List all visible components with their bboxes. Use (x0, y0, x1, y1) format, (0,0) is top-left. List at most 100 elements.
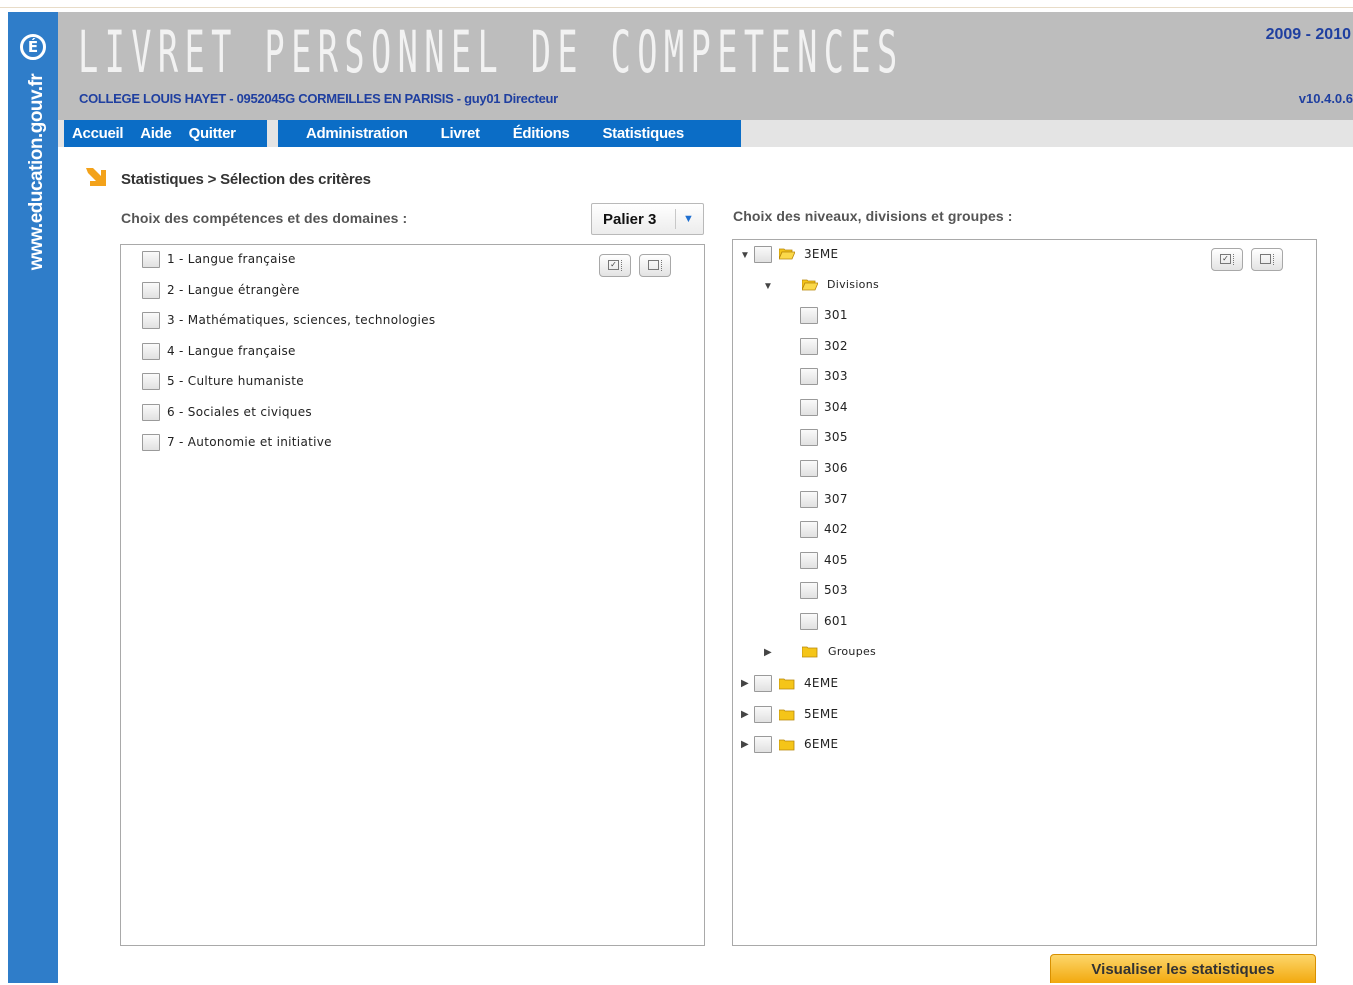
division-label: 402 (824, 522, 848, 537)
division-checkbox[interactable] (800, 307, 818, 324)
competence-checkbox[interactable] (142, 251, 160, 268)
sidebar: É www.education.gouv.fr (8, 12, 58, 983)
uncheck-all-dots (661, 260, 665, 271)
competence-checkbox[interactable] (142, 312, 160, 329)
competence-checkbox[interactable] (142, 342, 160, 360)
niveaux-panel[interactable]: ✓ ▼ 3EME ▼ Divisions 301 302 303 304 305 306 3… (732, 239, 1317, 946)
division-label: 305 (824, 430, 848, 445)
check-all-dots (621, 260, 625, 271)
uncheck-all-button[interactable] (639, 254, 671, 277)
level-checkbox[interactable] (754, 675, 772, 692)
divisions-label: Divisions (827, 278, 880, 291)
level-label: 4EME (804, 676, 839, 690)
menu-aide[interactable]: Aide (140, 125, 172, 142)
palier-value: Palier 3 (603, 211, 657, 228)
competences-label: Choix des compétences et des domaines : (121, 210, 408, 226)
competence-label: 5 - Culture humaniste (167, 374, 304, 388)
expanded-triangle-icon[interactable]: ▼ (763, 281, 773, 292)
uncheck-all-dots (1273, 254, 1277, 265)
folder-icon (779, 739, 795, 751)
collapsed-triangle-icon[interactable]: ▶ (741, 709, 749, 720)
division-label: 304 (824, 399, 848, 414)
education-logo-icon: É (20, 34, 46, 60)
competence-checkbox[interactable] (142, 281, 160, 299)
competence-checkbox[interactable] (142, 403, 160, 421)
division-label: 405 (824, 552, 848, 567)
palier-select[interactable]: Palier 3 ▼ (591, 203, 704, 235)
open-folder-icon (802, 279, 818, 291)
menu-accueil[interactable]: Accueil (72, 125, 124, 142)
top-border (0, 0, 1353, 8)
check-all-icon: ✓ (1220, 254, 1231, 264)
division-checkbox[interactable] (800, 490, 818, 508)
uncheck-all-levels-button[interactable] (1251, 248, 1283, 271)
collapsed-triangle-icon[interactable]: ▶ (741, 739, 749, 750)
expanded-triangle-icon[interactable]: ▼ (740, 250, 750, 261)
collapsed-triangle-icon[interactable]: ▶ (764, 647, 772, 658)
division-checkbox[interactable] (800, 460, 818, 477)
app-title: LIVRET PERSONNEL DE COMPETENCES (78, 18, 904, 86)
competence-label: 4 - Langue française (167, 343, 296, 358)
menu-statistiques[interactable]: Statistiques (602, 125, 684, 142)
competence-checkbox[interactable] (142, 373, 160, 390)
division-label: 301 (824, 308, 848, 322)
level-label-3eme: 3EME (804, 247, 839, 261)
division-label: 303 (824, 369, 848, 384)
division-label: 601 (824, 614, 848, 628)
menu-group-general: Accueil Aide Quitter (64, 120, 267, 147)
competences-panel[interactable]: ✓ 1 - Langue française 2 - Langue étrangè… (120, 244, 705, 946)
check-all-dots (1233, 254, 1237, 265)
competence-label: 1 - Langue française (167, 252, 296, 266)
competence-label: 3 - Mathématiques, sciences, technologie… (167, 313, 436, 327)
menu-bar: Accueil Aide Quitter Administration Livr… (58, 120, 1353, 147)
groupes-label: Groupes (828, 645, 877, 658)
menu-livret[interactable]: Livret (441, 125, 480, 142)
competence-label: 2 - Langue étrangère (167, 282, 300, 297)
menu-quitter[interactable]: Quitter (189, 125, 236, 142)
header: LIVRET PERSONNEL DE COMPETENCES 2009 - 2… (58, 12, 1353, 120)
uncheck-all-icon (1260, 254, 1271, 264)
palier-separator (675, 209, 676, 229)
open-folder-icon (779, 248, 795, 260)
breadcrumb: Statistiques > Sélection des critères (121, 171, 371, 188)
division-checkbox[interactable] (800, 368, 818, 386)
division-checkbox[interactable] (800, 398, 818, 416)
school-info: COLLEGE LOUIS HAYET - 0952045G CORMEILLE… (79, 91, 558, 106)
app-version: v10.4.0.6 (1298, 91, 1353, 106)
arrow-down-right-icon (86, 168, 106, 186)
division-checkbox[interactable] (800, 429, 818, 447)
check-all-button[interactable]: ✓ (599, 254, 631, 277)
menu-administration[interactable]: Administration (306, 125, 408, 142)
folder-icon (802, 646, 818, 658)
level-checkbox[interactable] (754, 246, 772, 263)
division-checkbox[interactable] (800, 613, 818, 630)
niveaux-label: Choix des niveaux, divisions et groupes … (733, 208, 1013, 224)
level-checkbox[interactable] (754, 705, 772, 723)
education-url[interactable]: www.education.gouv.fr (26, 74, 48, 270)
visualiser-statistiques-button[interactable]: Visualiser les statistiques (1050, 954, 1316, 983)
division-label: 302 (824, 338, 848, 353)
collapsed-triangle-icon[interactable]: ▶ (741, 678, 749, 689)
division-label: 307 (824, 491, 848, 506)
competence-label: 6 - Sociales et civiques (167, 404, 312, 419)
school-year: 2009 - 2010 (1265, 26, 1351, 43)
level-checkbox[interactable] (754, 736, 772, 753)
division-checkbox[interactable] (800, 551, 818, 569)
level-label: 6EME (804, 737, 839, 751)
check-all-icon: ✓ (608, 260, 619, 270)
division-checkbox[interactable] (800, 337, 818, 355)
competence-checkbox[interactable] (142, 434, 160, 451)
division-checkbox[interactable] (800, 582, 818, 600)
competence-label: 7 - Autonomie et initiative (167, 435, 332, 449)
check-all-levels-button[interactable]: ✓ (1211, 248, 1243, 271)
division-checkbox[interactable] (800, 521, 818, 539)
folder-icon (779, 678, 795, 690)
level-label: 5EME (804, 706, 839, 721)
folder-icon (779, 709, 795, 720)
menu-group-modules: Administration Livret Éditions Statistiq… (278, 120, 741, 147)
division-label: 503 (824, 583, 848, 598)
menu-editions[interactable]: Éditions (513, 125, 570, 142)
dropdown-arrow-icon[interactable]: ▼ (683, 213, 694, 225)
division-label: 306 (824, 461, 848, 475)
uncheck-all-icon (648, 260, 659, 270)
